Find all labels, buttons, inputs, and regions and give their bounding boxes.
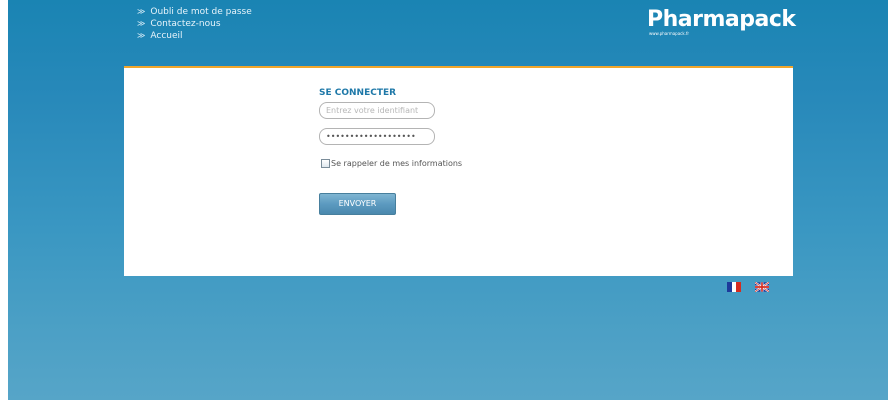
top-navigation: ≫ Oubli de mot de passe ≫ Contactez-nous ≫… [137, 6, 252, 42]
forgot-password-label: Oubli de mot de passe [150, 7, 252, 17]
remember-me-label[interactable]: Se rappeler de mes informations [331, 159, 462, 168]
logo-text: Pharmapack [647, 7, 796, 32]
contact-link[interactable]: ≫ Contactez-nous [137, 18, 252, 30]
home-link[interactable]: ≫ Accueil [137, 30, 252, 42]
pharmapack-logo[interactable]: Pharmapack www.pharmapack.fr [647, 7, 796, 37]
username-input[interactable] [319, 102, 435, 119]
uk-flag-icon[interactable] [755, 282, 769, 292]
login-title: SE CONNECTER [319, 88, 397, 98]
submit-button[interactable]: ENVOYER [319, 193, 396, 215]
password-input[interactable] [319, 128, 435, 145]
remember-me-checkbox[interactable] [321, 159, 330, 168]
home-label: Accueil [150, 31, 183, 41]
login-panel: SE CONNECTER Se rappeler de mes informat… [124, 66, 793, 276]
contact-label: Contactez-nous [150, 19, 221, 29]
double-chevron-right-icon: ≫ [137, 7, 146, 16]
double-chevron-right-icon: ≫ [137, 31, 146, 40]
double-chevron-right-icon: ≫ [137, 19, 146, 28]
forgot-password-link[interactable]: ≫ Oubli de mot de passe [137, 6, 252, 18]
fr-flag-red [736, 282, 742, 292]
remember-me: Se rappeler de mes informations [321, 153, 462, 172]
logo-url: www.pharmapack.fr [649, 31, 689, 36]
login-form: SE CONNECTER Se rappeler de mes informat… [319, 88, 462, 215]
fr-flag-icon[interactable] [727, 282, 742, 292]
